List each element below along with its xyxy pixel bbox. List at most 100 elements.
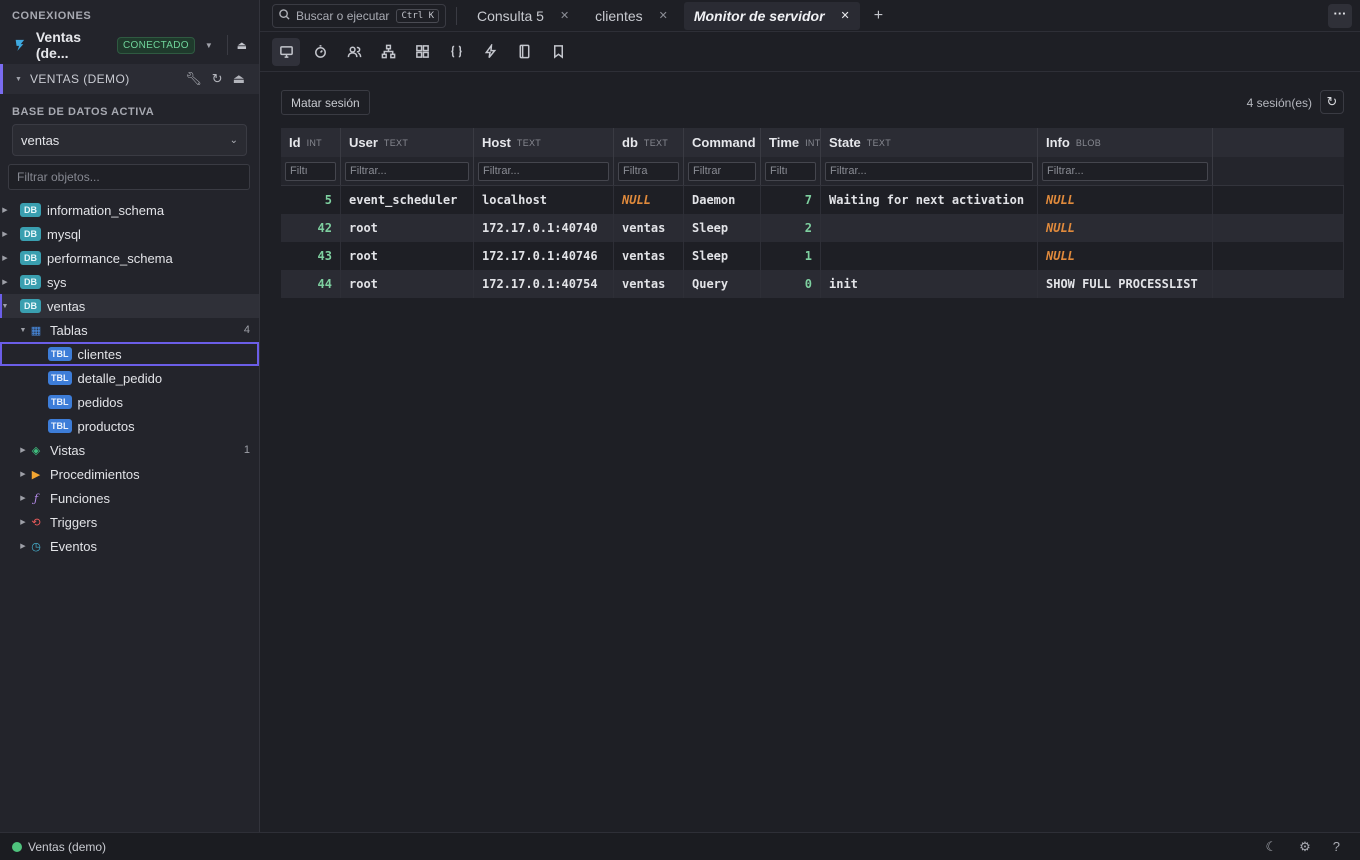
table-row[interactable]: 42 root 172.17.0.1:40740 ventas Sleep 2 …	[281, 214, 1344, 242]
table-row[interactable]: 43 root 172.17.0.1:40746 ventas Sleep 1 …	[281, 242, 1344, 270]
tree-item-table[interactable]: TBL clientes	[0, 342, 259, 366]
expand-arrow-icon[interactable]: ▶	[18, 446, 28, 454]
theme-moon-icon[interactable]: ☾	[1265, 839, 1277, 855]
eject-icon[interactable]: ⏏	[237, 39, 247, 52]
braces-icon[interactable]	[442, 38, 470, 66]
users-icon[interactable]	[340, 38, 368, 66]
collapse-arrow-icon[interactable]: ▼	[0, 303, 10, 310]
eject-icon[interactable]: ⏏	[233, 71, 245, 87]
column-header-command[interactable]: CommandT	[684, 128, 761, 157]
kill-session-button[interactable]: Matar sesión	[281, 90, 370, 115]
database-name: sys	[47, 274, 67, 290]
filter-input-db[interactable]: Filtra	[618, 161, 679, 181]
tree-group-views[interactable]: ▶ ◈ Vistas 1	[0, 438, 259, 462]
active-db-select[interactable]: ventas ⌄	[12, 124, 247, 156]
group-label: Tablas	[50, 322, 88, 338]
tree-group-tables[interactable]: ▼ ▦ Tablas 4	[0, 318, 259, 342]
tree-item-table[interactable]: TBL pedidos	[0, 390, 259, 414]
cell-db: ventas	[614, 270, 684, 298]
tree-item-table[interactable]: TBL detalle_pedido	[0, 366, 259, 390]
table-grid-icon: ▦	[30, 324, 42, 337]
wrench-icon[interactable]: 🔧︎	[185, 71, 202, 87]
tab-consulta-5[interactable]: Consulta 5 ✕	[467, 0, 579, 32]
search-label: Buscar o ejecutar	[296, 8, 390, 23]
table-row[interactable]: 5 event_scheduler localhost NULL Daemon …	[281, 186, 1344, 214]
collapse-arrow-icon[interactable]: ▼	[18, 327, 28, 334]
expand-arrow-icon[interactable]: ▶	[18, 518, 28, 526]
filter-input-host[interactable]: Filtrar...	[478, 161, 609, 181]
filter-input-time[interactable]: Filtı	[765, 161, 816, 181]
more-options-icon[interactable]: ···	[1328, 4, 1352, 28]
group-label: Procedimientos	[50, 466, 140, 482]
column-header-state[interactable]: State TEXT	[821, 128, 1038, 157]
caret-down-icon[interactable]: ▼	[205, 41, 213, 50]
grid-icon[interactable]	[408, 38, 436, 66]
shortcut-hint: Ctrl K	[396, 8, 439, 23]
divider	[456, 6, 457, 25]
filter-input-id[interactable]: Filtı	[285, 161, 336, 181]
object-filter-input[interactable]: Filtrar objetos...	[8, 164, 250, 190]
command-search-button[interactable]: Buscar o ejecutar Ctrl K	[272, 3, 446, 28]
tree-group-procedures[interactable]: ▶ ▶ Procedimientos	[0, 462, 259, 486]
monitor-icon[interactable]	[272, 37, 300, 66]
filter-input-info[interactable]: Filtrar...	[1042, 161, 1208, 181]
tab-clientes[interactable]: clientes ✕	[585, 0, 678, 32]
refresh-icon[interactable]: ↻	[1320, 90, 1344, 114]
add-tab-icon[interactable]: +	[874, 7, 883, 25]
filter-cell: Filtrar	[684, 157, 761, 185]
column-header-host[interactable]: Host TEXT	[474, 128, 614, 157]
tree-item-table[interactable]: TBL productos	[0, 414, 259, 438]
expand-arrow-icon[interactable]: ▶	[18, 494, 28, 502]
cell-db: ventas	[614, 242, 684, 270]
column-header-time[interactable]: Time INT	[761, 128, 821, 157]
expand-arrow-icon[interactable]: ▶	[0, 278, 10, 286]
tree-item-database[interactable]: ▶ DB performance_schema	[0, 246, 259, 270]
tree-item-database[interactable]: ▶ DB information_schema	[0, 198, 259, 222]
database-name: mysql	[47, 226, 81, 242]
stopwatch-icon[interactable]	[306, 38, 334, 66]
close-icon[interactable]: ✕	[841, 9, 850, 22]
cell-state	[821, 214, 1038, 242]
expand-arrow-icon[interactable]: ▶	[18, 542, 28, 550]
tree-group-functions[interactable]: ▶ ƒ Funciones	[0, 486, 259, 510]
column-header-id[interactable]: Id INT	[281, 128, 341, 157]
tree-item-database[interactable]: ▶ DB mysql	[0, 222, 259, 246]
filter-input-command[interactable]: Filtrar	[688, 161, 756, 181]
gear-icon[interactable]: ⚙	[1299, 839, 1311, 855]
expand-arrow-icon[interactable]: ▶	[0, 230, 10, 238]
close-icon[interactable]: ✕	[560, 9, 569, 22]
cell-command: Daemon	[684, 186, 761, 214]
expand-arrow-icon[interactable]: ▶	[18, 470, 28, 478]
tree-item-database[interactable]: ▶ DB sys	[0, 270, 259, 294]
tree-group-triggers[interactable]: ▶ ⟲ Triggers	[0, 510, 259, 534]
collapse-arrow-icon[interactable]: ▼	[15, 76, 22, 83]
filter-input-state[interactable]: Filtrar...	[825, 161, 1033, 181]
tab-monitor-servidor[interactable]: Monitor de servidor ✕	[683, 1, 860, 30]
help-icon[interactable]: ?	[1333, 839, 1340, 855]
cell-command: Query	[684, 270, 761, 298]
tree-group-events[interactable]: ▶ ◷ Eventos	[0, 534, 259, 558]
hierarchy-icon[interactable]	[374, 38, 402, 66]
column-type: TEXT	[643, 137, 669, 148]
connection-selector[interactable]: Ventas (de... CONECTADO ▼ ⏏	[0, 29, 259, 61]
tree-item-database-ventas[interactable]: ▼ DB ventas	[0, 294, 259, 318]
process-monitor-panel: Matar sesión 4 sesión(es) ↻ Id INT User TE…	[260, 72, 1360, 832]
filter-row: Filtı Filtrar... Filtrar... Filtra Filtr…	[281, 157, 1344, 186]
refresh-icon[interactable]: ↻	[212, 71, 223, 87]
table-name: pedidos	[77, 394, 124, 410]
expand-arrow-icon[interactable]: ▶	[0, 254, 10, 262]
search-icon	[279, 8, 290, 23]
filter-input-user[interactable]: Filtrar...	[345, 161, 469, 181]
expand-arrow-icon[interactable]: ▶	[0, 206, 10, 214]
column-header-info[interactable]: Info BLOB	[1038, 128, 1213, 157]
column-header-db[interactable]: db TEXT	[614, 128, 684, 157]
table-row[interactable]: 44 root 172.17.0.1:40754 ventas Query 0 …	[281, 270, 1344, 298]
column-header-user[interactable]: User TEXT	[341, 128, 474, 157]
notebook-icon[interactable]	[510, 38, 538, 66]
connection-status-dot-icon	[12, 841, 22, 852]
bookmark-icon[interactable]	[544, 38, 572, 66]
close-icon[interactable]: ✕	[659, 9, 668, 22]
view-icon: ◈	[31, 444, 41, 457]
schema-row[interactable]: ▼ VENTAS (DEMO) 🔧︎ ↻ ⏏	[0, 64, 259, 94]
lightning-icon[interactable]	[476, 38, 504, 66]
